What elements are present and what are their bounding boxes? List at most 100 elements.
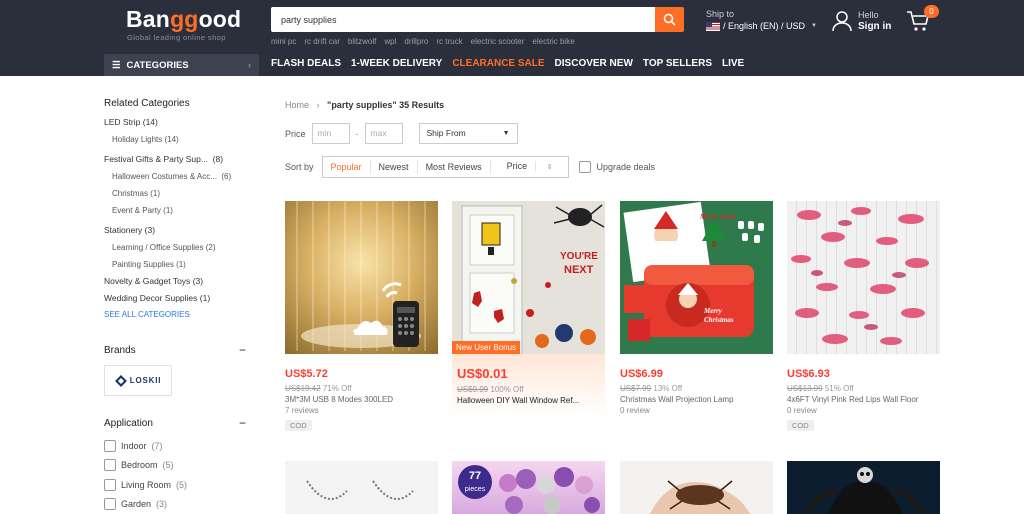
- price-filter: Price min - max Ship From ▼: [285, 123, 518, 144]
- svg-text:Merry Xmas: Merry Xmas: [699, 213, 736, 221]
- category-link[interactable]: Novelty & Gadget Toys (3): [104, 273, 254, 290]
- range-dash: -: [355, 128, 359, 139]
- product-image-curtain-lights[interactable]: [285, 201, 438, 354]
- sort-popular[interactable]: Popular: [323, 160, 371, 174]
- category-link[interactable]: Learning / Office Supplies (2): [104, 239, 254, 256]
- hot-search-link[interactable]: blitzwolf: [348, 37, 376, 46]
- account-menu[interactable]: Hello Sign in: [832, 10, 891, 32]
- logo-tagline: Global leading online shop: [127, 33, 226, 42]
- brand-loskii[interactable]: LOSKII: [104, 365, 172, 396]
- category-link[interactable]: Festival Gifts & Party Sup... (8): [104, 151, 254, 168]
- product-image-halloween-window[interactable]: YOU'RE NEXT New User Bonus: [452, 201, 605, 354]
- categories-menu[interactable]: ☰ CATEGORIES ›: [104, 54, 259, 76]
- collapse-icon[interactable]: −: [239, 416, 246, 430]
- nav-1-week-delivery[interactable]: 1-WEEK DELIVERY: [351, 58, 442, 69]
- hot-search-link[interactable]: drillpro: [404, 37, 428, 46]
- category-link[interactable]: Wedding Decor Supplies (1): [104, 290, 254, 307]
- application-section-header[interactable]: Application −: [104, 416, 246, 430]
- price-max-input[interactable]: max: [364, 123, 403, 144]
- search-button[interactable]: [655, 7, 684, 32]
- checkbox[interactable]: [104, 478, 116, 491]
- cart-count-badge: 0: [924, 5, 939, 18]
- checkbox[interactable]: [104, 498, 116, 511]
- price-min-input[interactable]: min: [311, 123, 350, 144]
- categories-label: CATEGORIES: [126, 59, 189, 71]
- product-title[interactable]: 4x6FT Vinyl Pink Red Lips Wall Floor: [787, 395, 940, 404]
- upgrade-deals-filter[interactable]: Upgrade deals: [579, 161, 655, 173]
- nav-live[interactable]: LIVE: [722, 58, 744, 69]
- category-link[interactable]: Holiday Lights (14): [104, 131, 254, 148]
- product-card[interactable]: US$5.72 US$19.42 71% Off 3M*3M USB 8 Mod…: [285, 201, 438, 433]
- category-link[interactable]: Halloween Costumes & Acc... (6): [104, 168, 254, 185]
- checkbox[interactable]: [579, 161, 592, 173]
- top-header: Banggood Global leading online shop mini…: [0, 0, 1024, 76]
- menu-icon: ☰: [112, 59, 121, 71]
- search-input[interactable]: [271, 7, 655, 32]
- loskii-logo-icon: [114, 374, 127, 387]
- nav-flash-deals[interactable]: FLASH DEALS: [271, 58, 341, 69]
- product-reviews: 0 review: [787, 406, 817, 415]
- product-image-grim-reaper[interactable]: [787, 461, 940, 514]
- cod-badge: COD: [285, 420, 312, 431]
- hot-search-link[interactable]: wpl: [384, 37, 396, 46]
- price-label: Price: [285, 128, 306, 139]
- product-image-lips-backdrop[interactable]: [787, 201, 940, 354]
- application-filter-living-room[interactable]: Living Room (5): [104, 475, 254, 495]
- product-image-balloons[interactable]: 77 pieces: [452, 461, 605, 514]
- product-title[interactable]: 3M*3M USB 8 Modes 300LED: [285, 395, 438, 404]
- filter-sidebar: Related Categories LED Strip (14) Holida…: [104, 98, 254, 514]
- checkbox[interactable]: [104, 459, 116, 472]
- collapse-icon[interactable]: −: [239, 343, 246, 357]
- sign-in-link[interactable]: Sign in: [858, 21, 891, 32]
- product-discount: US$13.99 51% Off: [787, 384, 854, 393]
- hot-search-link[interactable]: rc drift car: [304, 37, 340, 46]
- hot-search-link[interactable]: rc truck: [436, 37, 462, 46]
- hot-search-link[interactable]: electric scooter: [471, 37, 525, 46]
- search-icon: [663, 13, 676, 26]
- main-nav: FLASH DEALS 1-WEEK DELIVERY CLEARANCE SA…: [271, 58, 744, 69]
- nav-clearance-sale[interactable]: CLEARANCE SALE: [452, 58, 544, 69]
- application-filter-garden[interactable]: Garden (3): [104, 495, 254, 514]
- search-query: "party supplies": [327, 100, 397, 110]
- application-filter-bedroom[interactable]: Bedroom (5): [104, 456, 254, 476]
- product-price: US$6.99: [620, 368, 663, 380]
- category-link[interactable]: Christmas (1): [104, 185, 254, 202]
- product-card[interactable]: YOU'RE NEXT New User Bonus US$0.01 US$9.…: [452, 201, 605, 415]
- banggood-logo[interactable]: Banggood: [126, 6, 241, 33]
- category-link[interactable]: LED Strip (14): [104, 114, 254, 131]
- hello-label: Hello: [858, 10, 879, 20]
- product-image-fake-cockroach[interactable]: [620, 461, 773, 514]
- product-image-necklace[interactable]: [285, 461, 438, 514]
- brands-title: Brands: [104, 344, 136, 356]
- sort-arrows-icon: ⇕: [546, 164, 553, 171]
- product-title[interactable]: Christmas Wall Projection Lamp: [620, 395, 773, 404]
- product-card[interactable]: Merry Xmas Merry Christmas US$6.99 US$7.…: [620, 201, 773, 415]
- ship-from-select[interactable]: Ship From ▼: [418, 123, 518, 144]
- category-link[interactable]: Event & Party (1): [104, 202, 254, 219]
- category-link[interactable]: Stationery (3): [104, 222, 254, 239]
- product-title[interactable]: Halloween DIY Wall Window Ref...: [457, 396, 600, 405]
- see-all-categories-link[interactable]: SEE ALL CATEGORIES: [104, 307, 254, 323]
- application-filter-indoor[interactable]: Indoor (7): [104, 436, 254, 456]
- sort-price[interactable]: Price ⇕: [491, 159, 569, 175]
- sort-most-reviews[interactable]: Most Reviews: [418, 160, 491, 174]
- hot-search-link[interactable]: mini pc: [271, 37, 296, 46]
- svg-text:Christmas: Christmas: [704, 316, 734, 324]
- brands-section-header[interactable]: Brands −: [104, 343, 246, 357]
- search-box[interactable]: [271, 7, 655, 32]
- breadcrumb-home[interactable]: Home: [285, 100, 309, 110]
- ship-to-selector[interactable]: Ship to / English (EN) / USD ▼: [706, 9, 817, 31]
- sort-newest[interactable]: Newest: [371, 160, 418, 174]
- product-card[interactable]: US$6.93 US$13.99 51% Off 4x6FT Vinyl Pin…: [787, 201, 940, 433]
- nav-discover-new[interactable]: DISCOVER NEW: [555, 58, 633, 69]
- category-link[interactable]: Painting Supplies (1): [104, 256, 254, 273]
- product-price: US$6.93: [787, 368, 830, 380]
- user-icon: [832, 11, 852, 32]
- product-image-christmas-projector[interactable]: Merry Xmas Merry Christmas: [620, 201, 773, 354]
- nav-top-sellers[interactable]: TOP SELLERS: [643, 58, 712, 69]
- checkbox[interactable]: [104, 439, 116, 452]
- ship-to-label: Ship to: [706, 9, 735, 19]
- hot-search-link[interactable]: electric bike: [532, 37, 574, 46]
- product-price: US$0.01: [457, 366, 508, 381]
- cart-button[interactable]: 0: [906, 5, 939, 38]
